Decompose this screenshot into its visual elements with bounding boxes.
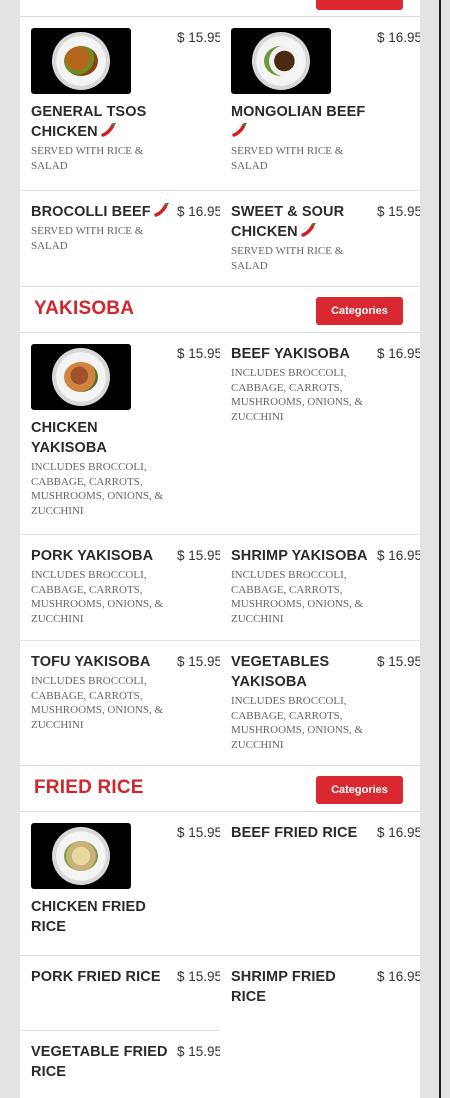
item-price: $ 15.95 bbox=[377, 204, 420, 219]
menu-item-sweet-sour-chicken[interactable]: SWEET & SOUR CHICKEN SERVED WITH RICE & … bbox=[220, 202, 420, 273]
menu-item-vegetables-yakisoba[interactable]: VEGETABLES YAKISOBA INCLUDES BROCCOLI, C… bbox=[220, 652, 420, 752]
item-price: $ 15.95 bbox=[177, 548, 220, 563]
item-description: SERVED WITH RICE & SALAD bbox=[31, 145, 144, 172]
item-name: PORK YAKISOBA bbox=[31, 548, 154, 564]
section-title: YAKISOBA bbox=[34, 298, 135, 319]
item-name: PORK FRIED RICE bbox=[31, 969, 161, 985]
item-description: INCLUDES BROCCOLI, CABBAGE, CARROTS, MUS… bbox=[231, 367, 364, 423]
item-price: $ 15.95 bbox=[177, 654, 220, 669]
menu-item-shrimp-fried-rice[interactable]: SHRIMP FRIED RICE $ 16.95 bbox=[220, 967, 420, 1007]
item-price: $ 16.95 bbox=[377, 346, 420, 361]
item-description: INCLUDES BROCCOLI, CABBAGE, CARROTS, MUS… bbox=[31, 461, 164, 517]
item-description: INCLUDES BROCCOLI, CABBAGE, CARROTS, MUS… bbox=[231, 569, 364, 625]
row-divider bbox=[20, 640, 420, 641]
categories-button[interactable]: Categories bbox=[316, 776, 403, 804]
item-description: SERVED WITH RICE & SALAD bbox=[31, 225, 144, 252]
menu-item-chicken-yakisoba[interactable]: CHICKEN YAKISOBA INCLUDES BROCCOLI, CABB… bbox=[20, 344, 220, 518]
menu-item-vegetable-fried-rice[interactable]: VEGETABLE FRIED RICE $ 15.95 bbox=[20, 1042, 220, 1082]
item-name: TOFU YAKISOBA bbox=[31, 654, 151, 670]
item-description: SERVED WITH RICE & SALAD bbox=[231, 145, 344, 172]
item-price: $ 15.95 bbox=[177, 1044, 220, 1059]
chili-pepper-icon bbox=[301, 223, 316, 237]
menu-item-chicken-fried-rice[interactable]: CHICKEN FRIED RICE $ 15.95 bbox=[20, 823, 220, 937]
item-name: SHRIMP YAKISOBA bbox=[231, 548, 368, 564]
section-header-yakisoba: YAKISOBA Categories bbox=[20, 286, 420, 333]
item-name: MONGOLIAN BEEF bbox=[231, 102, 371, 142]
item-name: BEEF YAKISOBA bbox=[231, 346, 350, 362]
menu-item-brocolli-beef[interactable]: BROCOLLI BEEF SERVED WITH RICE & SALAD $… bbox=[20, 202, 220, 253]
window-edge bbox=[439, 0, 441, 1098]
menu-item-pork-fried-rice[interactable]: PORK FRIED RICE $ 15.95 bbox=[20, 967, 220, 987]
item-name: BEEF FRIED RICE bbox=[231, 825, 358, 841]
menu-item-beef-fried-rice[interactable]: BEEF FRIED RICE $ 16.95 bbox=[220, 823, 420, 843]
row-divider bbox=[20, 955, 420, 956]
item-name: GENERAL TSOS CHICKEN bbox=[31, 104, 147, 140]
item-price: $ 15.95 bbox=[177, 346, 220, 361]
dish-photo bbox=[231, 28, 331, 94]
dish-photo bbox=[31, 28, 131, 94]
categories-button-partial[interactable] bbox=[316, 0, 403, 10]
dish-photo bbox=[31, 823, 131, 889]
section-title: FRIED RICE bbox=[34, 777, 144, 798]
row-divider bbox=[20, 1030, 220, 1031]
item-price: $ 16.95 bbox=[377, 825, 420, 840]
chili-pepper-icon bbox=[232, 123, 247, 137]
chili-pepper-icon bbox=[101, 123, 116, 137]
menu-page: GENERAL TSOS CHICKEN SERVED WITH RICE & … bbox=[20, 0, 420, 1098]
item-name: SHRIMP FRIED RICE bbox=[231, 969, 336, 1005]
menu-item-general-tsos-chicken[interactable]: GENERAL TSOS CHICKEN SERVED WITH RICE & … bbox=[20, 28, 220, 173]
item-name: BROCOLLI BEEF bbox=[31, 202, 171, 222]
chili-pepper-icon bbox=[153, 203, 169, 217]
item-price: $ 15.95 bbox=[177, 30, 220, 45]
item-name: SWEET & SOUR CHICKEN bbox=[231, 204, 345, 240]
dish-photo bbox=[31, 344, 131, 410]
item-price: $ 16.95 bbox=[177, 204, 220, 219]
item-name: VEGETABLES YAKISOBA bbox=[231, 654, 330, 690]
item-name: CHICKEN FRIED RICE bbox=[31, 899, 146, 935]
row-divider bbox=[20, 190, 420, 191]
item-price: $ 16.95 bbox=[377, 969, 420, 984]
item-price: $ 15.95 bbox=[377, 654, 420, 669]
section-header-fried-rice: FRIED RICE Categories bbox=[20, 765, 420, 812]
menu-item-beef-yakisoba[interactable]: BEEF YAKISOBA INCLUDES BROCCOLI, CABBAGE… bbox=[220, 344, 420, 424]
previous-section-header bbox=[20, 0, 420, 17]
item-description: INCLUDES BROCCOLI, CABBAGE, CARROTS, MUS… bbox=[31, 675, 164, 731]
item-price: $ 15.95 bbox=[177, 825, 220, 840]
menu-item-tofu-yakisoba[interactable]: TOFU YAKISOBA INCLUDES BROCCOLI, CABBAGE… bbox=[20, 652, 220, 732]
item-description: INCLUDES BROCCOLI, CABBAGE, CARROTS, MUS… bbox=[31, 569, 164, 625]
row-divider bbox=[20, 534, 420, 535]
menu-item-mongolian-beef[interactable]: MONGOLIAN BEEF SERVED WITH RICE & SALAD … bbox=[220, 28, 420, 173]
item-name: VEGETABLE FRIED RICE bbox=[31, 1044, 168, 1080]
item-price: $ 16.95 bbox=[377, 548, 420, 563]
item-price: $ 16.95 bbox=[377, 30, 420, 45]
item-description: INCLUDES BROCCOLI, CABBAGE, CARROTS, MUS… bbox=[231, 695, 364, 751]
menu-item-pork-yakisoba[interactable]: PORK YAKISOBA INCLUDES BROCCOLI, CABBAGE… bbox=[20, 546, 220, 626]
menu-item-shrimp-yakisoba[interactable]: SHRIMP YAKISOBA INCLUDES BROCCOLI, CABBA… bbox=[220, 546, 420, 626]
item-description: SERVED WITH RICE & SALAD bbox=[231, 245, 344, 272]
item-name: CHICKEN YAKISOBA bbox=[31, 420, 108, 456]
item-price: $ 15.95 bbox=[177, 969, 220, 984]
categories-button[interactable]: Categories bbox=[316, 297, 403, 325]
